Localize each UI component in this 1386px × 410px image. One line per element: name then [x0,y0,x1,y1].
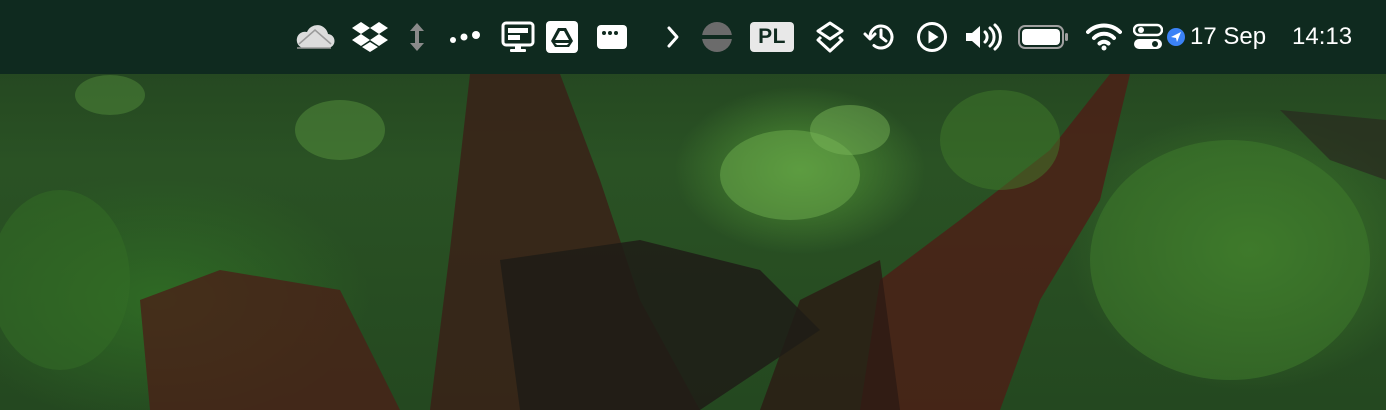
battery-menu-item[interactable] [1016,0,1070,74]
layers-icon [816,21,844,53]
dots-icon [450,31,480,43]
vpn-icon [702,22,732,52]
drive-icon [546,21,578,53]
play-icon [917,22,947,52]
date-label: 17 Sep [1190,23,1267,50]
drive-menu-item[interactable] [545,0,579,74]
wifi-menu-item[interactable] [1084,0,1124,74]
location-icon [1167,28,1185,46]
expand-menu-item[interactable] [662,0,684,74]
vpn-menu-item[interactable] [700,0,734,74]
time-machine-icon [863,24,894,50]
window-icon [597,25,627,49]
control-center-icon [1133,23,1163,49]
time-label: 14:13 [1292,23,1353,50]
play-menu-item[interactable] [914,0,950,74]
monitor-icon [501,21,535,52]
resize-arrows-icon [410,23,424,51]
cloud-icon [296,25,335,49]
wifi-icon [1086,23,1122,51]
cloud-menu-item[interactable] [292,0,336,74]
chevron-right-icon [667,26,679,48]
dropbox-menu-item[interactable] [350,0,390,74]
volume-icon [966,23,1002,51]
battery-icon [1018,25,1068,49]
control-center-menu-item[interactable] [1132,0,1164,74]
monitor-menu-item[interactable] [500,0,536,74]
menu-bar: PL 17 Sep 14:13 [0,0,1386,74]
input-source-label: PL [750,22,794,52]
volume-menu-item[interactable] [962,0,1004,74]
dots-menu-item[interactable] [447,0,483,74]
layers-menu-item[interactable] [812,0,848,74]
location-indicator[interactable] [1164,0,1188,74]
dropbox-icon [352,22,388,52]
input-source-menu-item[interactable]: PL [749,0,795,74]
resize-menu-item[interactable] [405,0,429,74]
date-menu-item[interactable]: 17 Sep [1190,0,1282,74]
time-menu-item[interactable]: 14:13 [1292,0,1368,74]
window-menu-item[interactable] [595,0,629,74]
time-machine-menu-item[interactable] [862,0,898,74]
